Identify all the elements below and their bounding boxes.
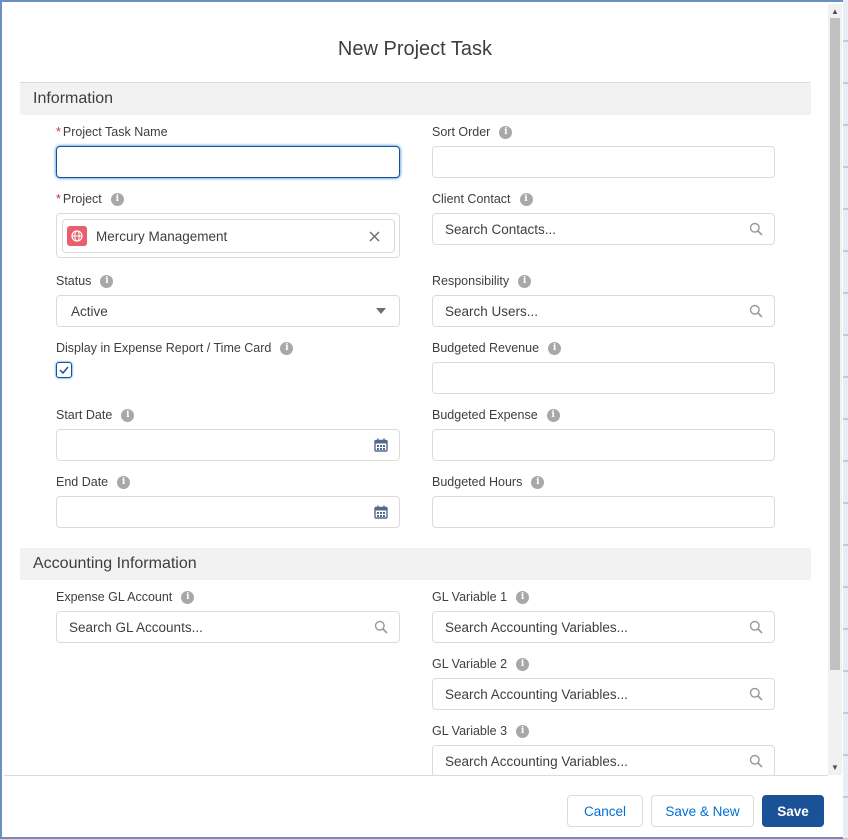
required-marker: * — [56, 192, 61, 206]
client-contact-label: Client Contact i — [432, 192, 533, 206]
gl-variable-2-label: GL Variable 2 i — [432, 657, 530, 671]
info-icon[interactable]: i — [121, 408, 135, 422]
save-button[interactable]: Save — [762, 795, 824, 827]
status-select[interactable]: Active — [56, 295, 400, 327]
scroll-down-icon[interactable]: ▼ — [828, 760, 842, 774]
end-date-label: End Date i — [56, 475, 131, 489]
sort-order-input[interactable] — [432, 146, 775, 178]
responsibility-input[interactable]: Search Users... — [432, 295, 775, 327]
save-and-new-button[interactable]: Save & New — [651, 795, 754, 827]
start-date-label: Start Date i — [56, 408, 135, 422]
gl-variable-3-input[interactable]: Search Accounting Variables... — [432, 745, 775, 777]
client-contact-input[interactable]: Search Contacts... — [432, 213, 775, 245]
info-icon[interactable]: i — [548, 341, 562, 355]
budgeted-revenue-label: Budgeted Revenue i — [432, 341, 562, 355]
section-header-accounting: Accounting Information — [20, 548, 811, 580]
display-expense-label: Display in Expense Report / Time Card i — [56, 341, 294, 355]
modal-title: New Project Task — [337, 38, 493, 60]
expense-gl-account-label: Expense GL Account i — [56, 590, 195, 604]
budgeted-expense-input[interactable] — [432, 429, 775, 461]
status-label: Status i — [56, 274, 114, 288]
project-label: * Project i — [56, 192, 124, 206]
section-header-information: Information — [20, 83, 811, 115]
info-icon[interactable]: i — [280, 341, 294, 355]
info-icon[interactable]: i — [546, 408, 560, 422]
project-lookup: Mercury Management — [56, 213, 400, 258]
cancel-button[interactable]: Cancel — [567, 795, 643, 827]
display-expense-checkbox[interactable] — [56, 362, 72, 378]
required-marker: * — [56, 125, 61, 139]
end-date-input[interactable] — [56, 496, 400, 528]
expense-gl-account-input[interactable]: Search GL Accounts... — [56, 611, 400, 643]
gl-variable-3-label: GL Variable 3 i — [432, 724, 530, 738]
responsibility-label: Responsibility i — [432, 274, 532, 288]
search-icon — [748, 753, 764, 769]
info-icon[interactable]: i — [100, 274, 114, 288]
scrollbar-thumb[interactable] — [830, 18, 840, 670]
info-icon[interactable]: i — [110, 192, 124, 206]
sort-order-label: Sort Order i — [432, 125, 513, 139]
search-icon — [748, 221, 764, 237]
info-icon[interactable]: i — [519, 192, 533, 206]
calendar-icon[interactable] — [373, 504, 389, 520]
info-icon[interactable]: i — [518, 274, 532, 288]
modal-footer: Cancel Save & New Save — [4, 775, 828, 837]
project-pill-label: Mercury Management — [96, 228, 228, 244]
info-icon[interactable]: i — [531, 475, 545, 489]
search-icon — [748, 619, 764, 635]
close-icon[interactable] — [366, 228, 382, 244]
search-icon — [373, 619, 389, 635]
calendar-icon[interactable] — [373, 437, 389, 453]
info-icon[interactable]: i — [516, 590, 530, 604]
project-task-name-label: * Project Task Name — [56, 125, 168, 139]
budgeted-hours-label: Budgeted Hours i — [432, 475, 545, 489]
start-date-input[interactable] — [56, 429, 400, 461]
chevron-down-icon — [373, 303, 389, 319]
gl-variable-1-label: GL Variable 1 i — [432, 590, 530, 604]
background-window-edge — [843, 0, 848, 839]
info-icon[interactable]: i — [117, 475, 131, 489]
search-icon — [748, 686, 764, 702]
budgeted-expense-label: Budgeted Expense i — [432, 408, 560, 422]
project-pill[interactable]: Mercury Management — [62, 219, 395, 253]
modal-window: New Project Task Information * Project T… — [0, 0, 848, 839]
info-icon[interactable]: i — [516, 724, 530, 738]
info-icon[interactable]: i — [181, 590, 195, 604]
gl-variable-2-input[interactable]: Search Accounting Variables... — [432, 678, 775, 710]
info-icon[interactable]: i — [516, 657, 530, 671]
globe-icon — [67, 226, 87, 246]
scroll-up-icon[interactable]: ▲ — [828, 4, 842, 18]
gl-variable-1-input[interactable]: Search Accounting Variables... — [432, 611, 775, 643]
budgeted-revenue-input[interactable] — [432, 362, 775, 394]
info-icon[interactable]: i — [499, 125, 513, 139]
search-icon — [748, 303, 764, 319]
budgeted-hours-input[interactable] — [432, 496, 775, 528]
project-task-name-input[interactable] — [56, 146, 400, 178]
